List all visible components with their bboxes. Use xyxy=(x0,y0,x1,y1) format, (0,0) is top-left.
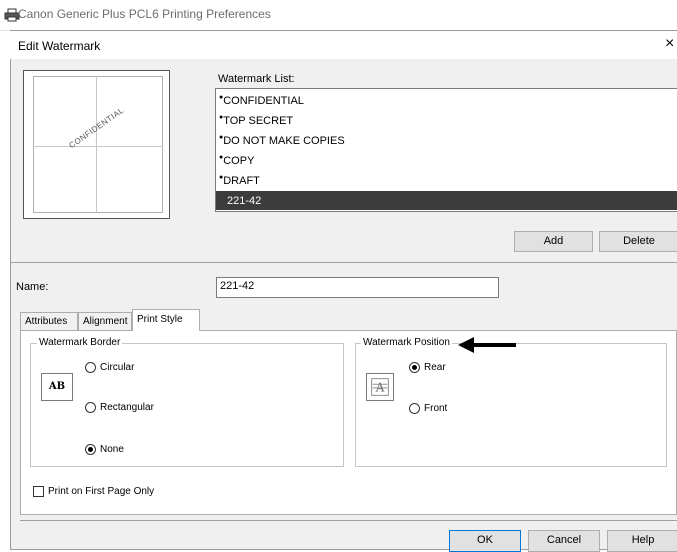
help-button[interactable]: Help xyxy=(607,530,677,552)
dialog-title: Edit Watermark xyxy=(18,39,101,53)
bullet-icon: ● xyxy=(219,94,224,101)
radio-rear[interactable]: Rear xyxy=(409,362,446,373)
list-item-confidential[interactable]: ●CONFIDENTIAL xyxy=(219,94,304,107)
radio-button[interactable] xyxy=(409,362,420,373)
delete-button[interactable]: Delete xyxy=(599,231,677,252)
list-item-copy[interactable]: ●COPY xyxy=(219,154,254,167)
radio-button[interactable] xyxy=(85,362,96,373)
radio-button[interactable] xyxy=(85,444,96,455)
tab-print-style[interactable]: Print Style xyxy=(132,309,200,331)
radio-none[interactable]: None xyxy=(85,444,124,455)
ok-button[interactable]: OK xyxy=(449,530,521,552)
watermark-border-title: Watermark Border xyxy=(37,337,123,348)
print-first-page-checkbox[interactable]: Print on First Page Only xyxy=(33,486,154,497)
position-layer-icon: A xyxy=(366,373,394,401)
arrow-left-icon xyxy=(458,337,474,353)
tab-alignment[interactable]: Alignment xyxy=(78,312,132,330)
preview-vertical-guide xyxy=(96,76,97,213)
close-icon[interactable]: × xyxy=(665,35,674,53)
preview-horizontal-guide xyxy=(33,146,163,147)
bullet-icon: ● xyxy=(219,114,224,121)
watermark-list-label: Watermark List: xyxy=(218,73,295,85)
watermark-position-group xyxy=(355,343,667,467)
border-style-icon: AB xyxy=(41,373,73,401)
list-item-top-secret[interactable]: ●TOP SECRET xyxy=(219,114,293,127)
cancel-button[interactable]: Cancel xyxy=(528,530,600,552)
dialog-titlebar xyxy=(10,31,677,59)
list-item-221-42[interactable]: 221-42 xyxy=(227,195,261,207)
radio-front[interactable]: Front xyxy=(409,403,447,414)
list-item-do-not-make-copies[interactable]: ●DO NOT MAKE COPIES xyxy=(219,134,345,147)
bullet-icon: ● xyxy=(219,154,224,161)
bullet-icon: ● xyxy=(219,134,224,141)
bottom-divider xyxy=(20,520,677,521)
add-button[interactable]: Add xyxy=(514,231,593,252)
tab-attributes[interactable]: Attributes xyxy=(20,312,78,330)
annotation-arrow-shaft xyxy=(472,343,516,347)
checkbox[interactable] xyxy=(33,486,44,497)
watermark-border-group xyxy=(30,343,344,467)
list-selection-highlight xyxy=(216,191,677,210)
preview-page xyxy=(33,76,163,213)
radio-rectangular[interactable]: Rectangular xyxy=(85,402,154,413)
watermark-position-title: Watermark Position xyxy=(361,337,452,348)
radio-button[interactable] xyxy=(85,402,96,413)
radio-circular[interactable]: Circular xyxy=(85,362,134,373)
name-input[interactable]: 221-42 xyxy=(216,277,499,298)
name-label: Name: xyxy=(16,281,49,293)
list-item-draft[interactable]: ●DRAFT xyxy=(219,174,260,187)
parent-window-title: Canon Generic Plus PCL6 Printing Prefere… xyxy=(18,7,271,21)
bullet-icon: ● xyxy=(219,174,224,181)
radio-button[interactable] xyxy=(409,403,420,414)
section-divider xyxy=(11,262,677,263)
